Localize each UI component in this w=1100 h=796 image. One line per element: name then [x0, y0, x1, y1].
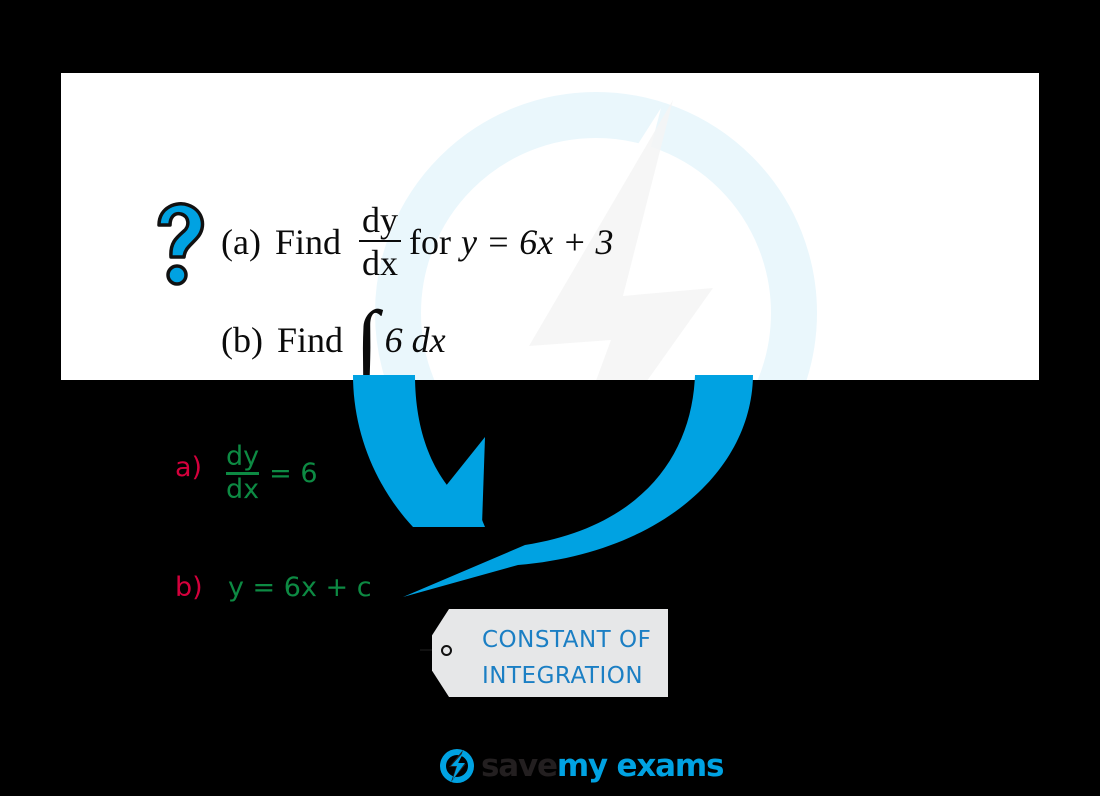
logo-text-myexams: my exams: [556, 747, 725, 784]
answer-fraction-denominator: dx: [226, 474, 260, 506]
part-a-verb: Find: [274, 221, 341, 262]
tag-eyelet-icon: [441, 645, 452, 656]
question-part-b: (b) Find ∫ 6 dx: [221, 293, 446, 380]
callout-tag: CONSTANT OF INTEGRATION: [420, 609, 668, 697]
answer-a-result: = 6: [269, 458, 318, 490]
lightning-bolt-circle-icon: [439, 749, 475, 783]
question-part-a: (a) Find dy dx for y = 6x + 3: [221, 202, 614, 281]
fraction-denominator: dx: [362, 243, 398, 283]
fraction-numerator: dy: [362, 200, 398, 240]
slide-canvas: (a) Find dy dx for y = 6x + 3 (b) Find ∫…: [0, 0, 1100, 796]
part-a-equation: y = 6x + 3: [460, 221, 614, 262]
part-b-verb: Find: [276, 319, 344, 360]
tag-line-1: CONSTANT OF: [482, 627, 652, 653]
tag-text: CONSTANT OF INTEGRATION: [482, 623, 662, 694]
part-a-label: (a): [221, 221, 261, 262]
logo-text-save: save: [481, 747, 558, 784]
part-a-connector: for: [409, 221, 451, 262]
answer-a-label: a): [175, 452, 203, 483]
answer-b-expression: y = 6x + c: [228, 572, 372, 603]
answer-fraction-numerator: dy: [226, 441, 260, 472]
answer-a-expression: dy dx = 6: [226, 441, 318, 506]
question-mark-icon: [157, 202, 205, 286]
question-card: (a) Find dy dx for y = 6x + 3 (b) Find ∫…: [61, 73, 1039, 380]
part-b-label: (b): [221, 319, 263, 360]
tag-line-2: INTEGRATION: [482, 662, 644, 689]
dy-dx-fraction: dy dx: [359, 202, 401, 281]
curved-blue-arrow: [353, 375, 753, 597]
part-b-integrand: 6 dx: [384, 319, 446, 360]
answer-b-label: b): [175, 572, 203, 603]
logo-wordmark: savemy exams: [481, 747, 725, 784]
answer-dy-dx-fraction: dy dx: [226, 441, 260, 506]
save-my-exams-logo: savemy exams: [437, 746, 725, 786]
integral-icon: ∫: [355, 293, 379, 380]
